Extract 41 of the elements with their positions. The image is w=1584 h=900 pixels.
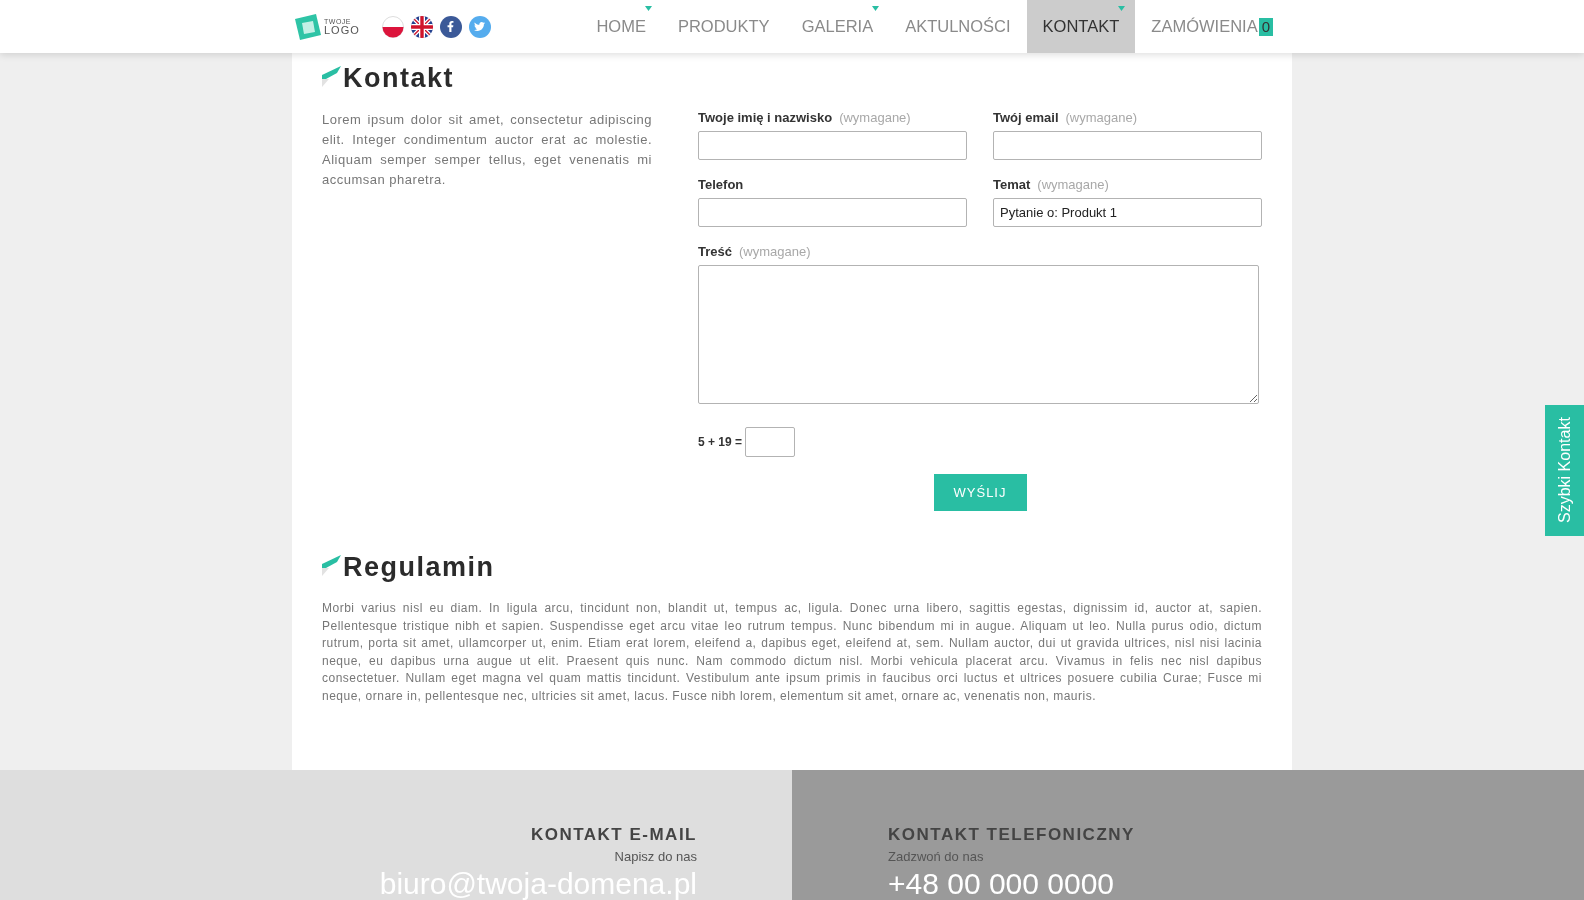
footer-subtitle: Napisz do nas [614, 849, 697, 865]
facebook-icon[interactable] [439, 15, 462, 38]
footer-subtitle: Zadzwoń do nas [888, 849, 984, 865]
british-flag-icon[interactable] [410, 15, 433, 38]
intro-paragraph: Lorem ipsum dolor sit amet, consectetur adipiscing elit. Integer condimentum auctor erat ac molestie. Aliquam semper semper tellus, eget venenatis mi accumsan pharetra. [322, 111, 652, 189]
captcha-input[interactable] [745, 427, 796, 457]
footer-heading: KONTAKT TELEFONICZNY [888, 825, 1135, 845]
required-note: (wymagane) [1065, 110, 1138, 126]
input-field[interactable] [698, 131, 967, 160]
required-note: (wymagane) [839, 110, 911, 126]
heading-accent-icon [322, 66, 342, 88]
quick-contact-tab[interactable]: Szybki Kontakt [1545, 405, 1584, 536]
contact-link[interactable]: +48 00 000 0000 [888, 868, 1115, 900]
required-note: (wymagane) [1037, 177, 1109, 193]
nav-link[interactable]: PRODUKTY [661, 0, 786, 53]
field-label: Temat [993, 177, 1031, 193]
nav-link[interactable]: AKTULNOŚCI [889, 0, 1027, 53]
nav-link[interactable]: KONTAKT [1026, 0, 1136, 53]
section-title: Regulamin [343, 551, 495, 584]
field-label: Twoje imię i nazwisko [698, 110, 833, 126]
submit-button[interactable]: WYŚLIJ [933, 474, 1027, 511]
input-field[interactable] [993, 131, 1262, 160]
nav-link[interactable]: GALERIA [785, 0, 890, 53]
logo-text: LOGO [324, 24, 360, 36]
captcha-question: 5 + 19 = [698, 435, 743, 449]
terms-paragraph: Morbi varius nisl eu diam. In ligula arcu, tincidunt non, blandit ut, tempus ac, ligula. Donec urna libero, sagittis egestas, dignissim id, auctor at, sapien. Pellentesque tristique nibh et sapien. Suspendisse eget arcu vitae leo rutrum tempus. Nunc bibendum mi in augue. Aliquam ut leo. Nulla purus odio, dictum rutrum, porta sit amet, ullamcorper ut, enim. Etiam erat lorem, eleifend a, dapibus eget, eleifend at, sem. Nullam auctor, dui ut gravida ultrices, nisl nisi lacinia neque, eu dapibus urna augue ut elit. Praesent quis nunc. Nam commodo dictum nisl. Morbi vehicula placerat arcu. Vivamus in felis nec nisl dapibus consectetuer. Nullam eget magna vel quam mattis tincidunt. Vestibulum ante ipsum primis in faucibus orci luctus et ultrices posuere cubilia Curae; Fusce mi neque, ornare in, pellentesque nec, ultricies sit amet, lacus. Fusce nibh lorem, elementum sit amet, ornare ac, venenatis non, mauris. [322, 600, 1262, 705]
input-field[interactable] [698, 198, 967, 227]
field-label: Treść [698, 244, 732, 260]
heading-accent-icon [322, 555, 342, 577]
nav-link[interactable]: HOME [580, 0, 662, 53]
section-title: Kontakt [343, 62, 454, 95]
count-badge: 0 [1258, 17, 1273, 36]
polish-flag-icon[interactable] [381, 15, 404, 38]
field-label: Twój email [993, 110, 1059, 126]
twitter-icon[interactable] [468, 15, 491, 38]
footer-heading: KONTAKT E-MAIL [530, 825, 697, 845]
input-field[interactable]: Pytanie o: Produkt 1 [993, 198, 1262, 227]
logo-icon[interactable] [294, 12, 322, 41]
required-note: (wymagane) [739, 244, 811, 260]
field-label: Telefon [698, 177, 744, 193]
nav-link[interactable]: ZAMÓWIENIA 0 [1135, 0, 1289, 53]
